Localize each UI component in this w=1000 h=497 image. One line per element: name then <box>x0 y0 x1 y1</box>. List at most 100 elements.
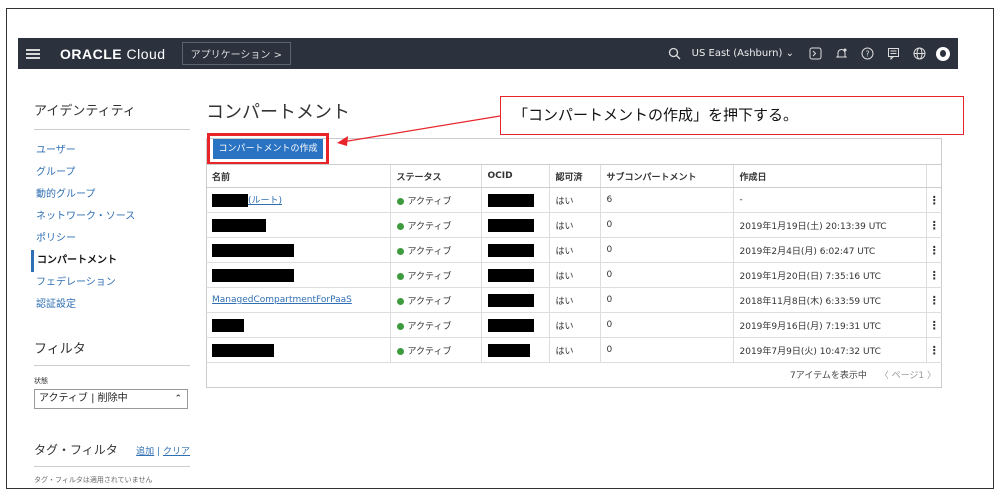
table-row: (ルート) アクティブ はい 6 - ⋮ <box>206 187 942 213</box>
compartment-link[interactable]: (ルート) <box>248 196 282 206</box>
applications-button[interactable]: アプリケーション > <box>181 42 291 65</box>
oracle-cloud-logo[interactable]: ORACLE Cloud <box>60 46 166 62</box>
chevron-down-icon: ⌄ <box>785 48 794 59</box>
cloud-shell-icon[interactable] <box>807 46 823 62</box>
sub-cell: 0 <box>599 237 733 263</box>
redacted-block <box>487 268 534 282</box>
row-actions-icon[interactable]: ⋮ <box>925 287 942 313</box>
chat-icon[interactable] <box>885 46 901 62</box>
user-icon[interactable] <box>936 46 950 61</box>
column-header-authorized: 認可済 <box>548 164 600 188</box>
authorized-cell: はい <box>548 262 600 288</box>
sidebar-item-auth-settings[interactable]: 認証設定 <box>34 294 190 316</box>
sidebar-item-users[interactable]: ユーザー <box>34 140 190 162</box>
row-actions-icon[interactable]: ⋮ <box>925 212 942 238</box>
tag-add-link[interactable]: 追加 <box>136 447 154 457</box>
table-row: アクティブ はい 0 2019年1月19日(土) 20:13:39 UTC ⋮ <box>206 212 942 238</box>
status-dot-icon <box>396 347 404 355</box>
table-row: アクティブ はい 0 2019年1月20日(日) 7:35:16 UTC ⋮ <box>206 262 942 288</box>
name-cell: (ルート) <box>206 187 390 213</box>
sidebar-item-federation[interactable]: フェデレーション <box>34 272 190 294</box>
name-cell <box>206 337 390 363</box>
name-cell <box>206 262 390 288</box>
hamburger-menu-icon[interactable] <box>26 47 40 61</box>
globe-icon[interactable] <box>911 46 927 62</box>
redacted-block <box>212 218 266 232</box>
filter-title: フィルタ <box>34 338 190 366</box>
ocid-cell <box>480 187 549 213</box>
redacted-block <box>212 268 294 282</box>
authorized-cell: はい <box>548 237 600 263</box>
sidebar-item-dynamic-groups[interactable]: 動的グループ <box>34 184 190 206</box>
redacted-block <box>487 193 534 207</box>
sub-cell: 0 <box>599 312 733 338</box>
status-dot-icon <box>396 247 404 255</box>
sidebar-title: アイデンティティ <box>34 100 190 130</box>
status-cell: アクティブ <box>389 187 481 213</box>
ocid-cell <box>480 337 549 363</box>
redacted-block <box>487 318 534 332</box>
select-arrows-icon: ⌃ <box>174 394 182 404</box>
sub-cell: 0 <box>599 212 733 238</box>
created-cell: 2019年1月20日(日) 7:35:16 UTC <box>732 262 926 288</box>
row-actions-icon[interactable]: ⋮ <box>925 312 942 338</box>
created-cell: 2019年2月4日(月) 6:02:47 UTC <box>732 237 926 263</box>
help-icon[interactable]: ? <box>859 46 875 62</box>
column-header-name[interactable]: 名前 <box>206 164 390 188</box>
redacted-block <box>212 343 274 357</box>
tag-clear-link[interactable]: クリア <box>163 447 190 457</box>
table-row: アクティブ はい 0 2019年7月9日(火) 10:47:32 UTC ⋮ <box>206 337 942 363</box>
create-button-highlight: コンパートメントの作成 <box>207 133 329 165</box>
redacted-block <box>212 243 294 257</box>
name-cell: ManagedCompartmentForPaaS <box>206 287 390 313</box>
authorized-cell: はい <box>548 337 600 363</box>
redacted-block <box>487 243 534 257</box>
sidebar-item-groups[interactable]: グループ <box>34 162 190 184</box>
sidebar-item-network-sources[interactable]: ネットワーク・ソース <box>34 206 190 228</box>
create-compartment-button[interactable]: コンパートメントの作成 <box>213 139 323 159</box>
redacted-block <box>487 293 534 307</box>
ocid-cell <box>480 312 549 338</box>
column-header-subcompartments: サブコンパートメント <box>599 164 733 188</box>
region-selector[interactable]: US East (Ashburn) ⌄ <box>692 48 794 59</box>
sidebar: アイデンティティ ユーザー グループ 動的グループ ネットワーク・ソース ポリシ… <box>31 100 190 485</box>
state-select[interactable]: アクティブ | 削除中 ⌃ <box>34 389 188 409</box>
status-cell: アクティブ <box>389 312 481 338</box>
table-header-row: 名前 ステータス OCID 認可済 サブコンパートメント 作成日 <box>206 164 942 188</box>
row-actions-icon[interactable]: ⋮ <box>925 337 942 363</box>
compartment-table: 名前 ステータス OCID 認可済 サブコンパートメント 作成日 (ルート) ア… <box>206 164 942 363</box>
column-header-status: ステータス <box>389 164 481 188</box>
table-row: ManagedCompartmentForPaaS アクティブ はい 0 201… <box>206 287 942 313</box>
name-cell <box>206 312 390 338</box>
name-cell <box>206 212 390 238</box>
top-navigation-bar: ORACLE Cloud アプリケーション > US East (Ashburn… <box>18 38 958 69</box>
created-cell: 2018年11月8日(木) 6:33:59 UTC <box>732 287 926 313</box>
status-dot-icon <box>396 222 404 230</box>
column-header-actions <box>925 164 942 188</box>
sidebar-item-compartments[interactable]: コンパートメント <box>31 250 190 272</box>
sidebar-item-policies[interactable]: ポリシー <box>34 228 190 250</box>
row-actions-icon[interactable]: ⋮ <box>925 262 942 288</box>
column-header-created[interactable]: 作成日 <box>732 164 926 188</box>
search-icon[interactable] <box>667 46 683 62</box>
sub-cell: 0 <box>599 287 733 313</box>
row-actions-icon[interactable]: ⋮ <box>925 187 942 213</box>
tag-filter-header: タグ・フィルタ 追加 | クリア <box>34 441 190 467</box>
sub-cell: 0 <box>599 262 733 288</box>
bell-icon[interactable] <box>833 46 849 62</box>
sub-cell: 0 <box>599 337 733 363</box>
ocid-cell <box>480 262 549 288</box>
state-label: 状態 <box>34 377 48 385</box>
tag-filter-links: 追加 | クリア <box>136 447 190 457</box>
row-actions-icon[interactable]: ⋮ <box>925 237 942 263</box>
authorized-cell: はい <box>548 312 600 338</box>
compartment-link[interactable]: ManagedCompartmentForPaaS <box>212 295 352 305</box>
authorized-cell: はい <box>548 187 600 213</box>
ocid-cell <box>480 287 549 313</box>
created-cell: 2019年9月16日(月) 7:19:31 UTC <box>732 312 926 338</box>
redacted-block <box>212 318 244 332</box>
sub-cell: 6 <box>599 187 733 213</box>
redacted-block <box>212 194 248 207</box>
status-dot-icon <box>396 272 404 280</box>
pagination-control[interactable]: 〈 ページ1 〉 <box>880 371 936 381</box>
